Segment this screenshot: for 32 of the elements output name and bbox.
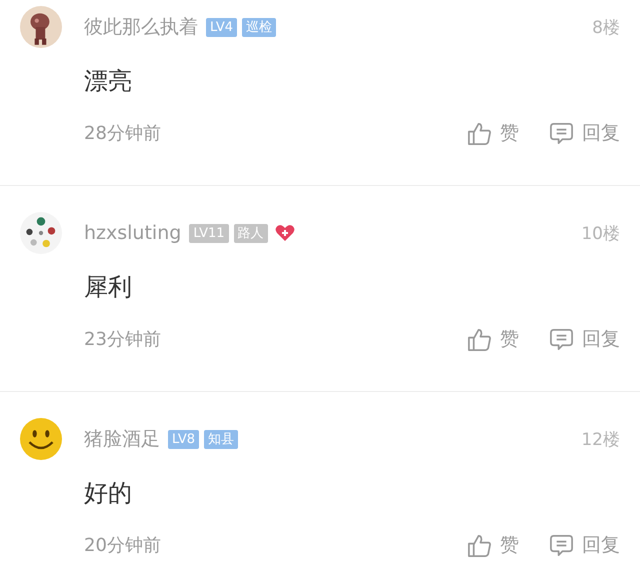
smiley-icon	[20, 418, 62, 460]
timestamp: 20分钟前	[84, 534, 161, 557]
level-badge: LV8	[168, 430, 199, 448]
level-badge: 知县	[204, 430, 238, 448]
username[interactable]: hzxsluting	[84, 222, 182, 244]
level-badge: 路人	[234, 224, 268, 242]
comment-text: 好的	[84, 478, 133, 508]
like-button[interactable]: 赞	[500, 326, 519, 352]
timestamp: 28分钟前	[84, 122, 161, 145]
username[interactable]: 彼此那么执着	[84, 14, 198, 40]
username[interactable]: 猪脸酒足	[84, 426, 160, 452]
comment-text: 漂亮	[84, 66, 133, 96]
comment-icon[interactable]	[549, 120, 574, 146]
level-badge: 巡检	[242, 18, 276, 36]
thumbs-up-icon[interactable]	[467, 326, 492, 352]
level-badge: LV4	[206, 18, 237, 36]
comment-icon[interactable]	[549, 326, 574, 352]
avatar-icon	[20, 212, 62, 254]
reply-button[interactable]: 回复	[582, 120, 620, 146]
thumbs-up-icon[interactable]	[467, 532, 492, 558]
comment-text: 犀利	[84, 272, 133, 302]
like-button[interactable]: 赞	[500, 532, 519, 558]
comment-icon[interactable]	[549, 532, 574, 558]
floor-number: 10楼	[581, 222, 620, 244]
floor-number: 8楼	[592, 16, 620, 38]
floor-number: 12楼	[581, 428, 620, 450]
timestamp: 23分钟前	[84, 328, 161, 351]
thumbs-up-icon[interactable]	[467, 120, 492, 146]
like-button[interactable]: 赞	[500, 120, 519, 146]
level-badge: LV11	[189, 224, 229, 242]
reply-button[interactable]: 回复	[582, 326, 620, 352]
reply-button[interactable]: 回复	[582, 532, 620, 558]
